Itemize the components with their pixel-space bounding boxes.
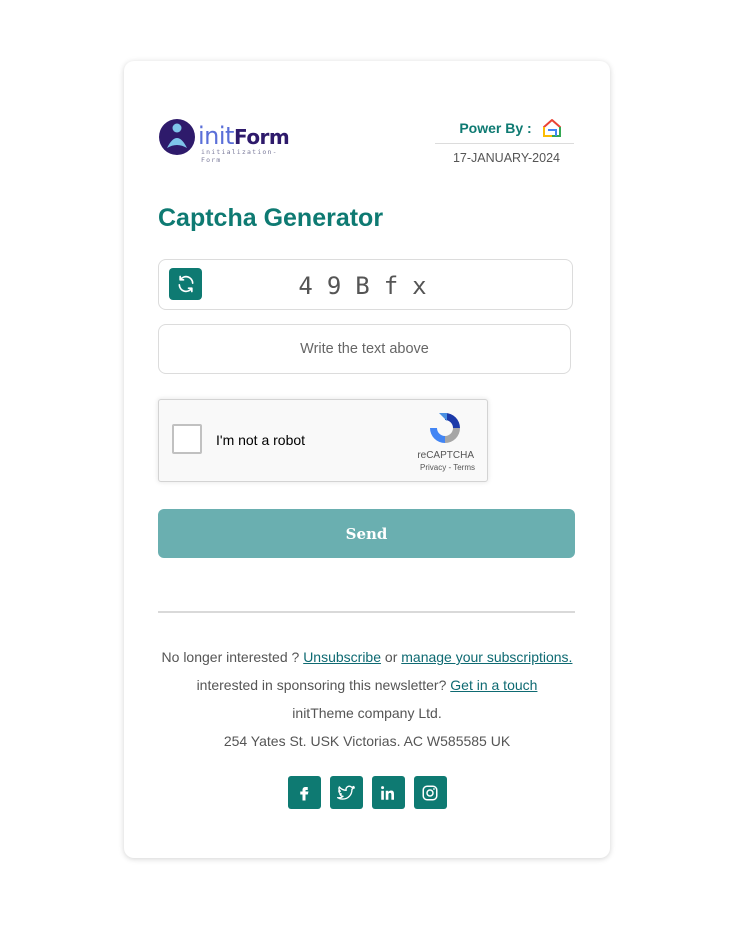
recaptcha-separator: - bbox=[448, 463, 452, 472]
social-links bbox=[124, 776, 610, 809]
instagram-icon bbox=[422, 785, 438, 800]
recaptcha-logo-icon bbox=[430, 413, 460, 443]
linkedin-icon bbox=[381, 785, 394, 800]
footer-line2-prefix: interested in sponsoring this newsletter… bbox=[196, 677, 447, 693]
facebook-icon bbox=[300, 786, 309, 800]
footer-divider bbox=[158, 611, 575, 613]
logo-wordmark: initForm bbox=[198, 122, 290, 150]
power-divider bbox=[435, 143, 574, 144]
footer-or: or bbox=[384, 649, 398, 665]
instagram-button[interactable] bbox=[413, 776, 447, 809]
footer-line1-prefix: No longer interested ? bbox=[161, 649, 300, 665]
google-home-icon bbox=[542, 118, 562, 138]
date-label: 17-JANUARY-2024 bbox=[452, 151, 560, 165]
captcha-code: 49Bfx bbox=[298, 272, 441, 300]
recaptcha-privacy-link[interactable]: Privacy bbox=[420, 463, 446, 472]
facebook-button[interactable] bbox=[287, 776, 321, 809]
initform-logo-icon bbox=[159, 119, 195, 155]
send-button[interactable]: Send bbox=[158, 509, 575, 558]
power-by-label: Power By : bbox=[459, 120, 532, 136]
logo-tagline: initialization-Form bbox=[201, 148, 278, 164]
captcha-display: 49Bfx bbox=[158, 259, 573, 310]
footer-sponsor-line: interested in sponsoring this newsletter… bbox=[124, 675, 610, 703]
footer-company: initTheme company Ltd. bbox=[292, 705, 442, 721]
unsubscribe-link[interactable]: Unsubscribe bbox=[303, 649, 381, 665]
footer-address: 254 Yates St. USK Victorias. AC W585585 … bbox=[223, 733, 511, 749]
twitter-icon bbox=[337, 785, 355, 800]
recaptcha-checkbox[interactable] bbox=[172, 424, 202, 454]
recaptcha-brand: reCAPTCHA bbox=[417, 450, 474, 461]
captcha-card: initForm initialization-Form Power By : … bbox=[124, 61, 610, 858]
captcha-answer-input[interactable] bbox=[158, 324, 571, 374]
footer: No longer interested ? Unsubscribe or ma… bbox=[124, 647, 610, 759]
recaptcha-label: I'm not a robot bbox=[216, 432, 306, 448]
recaptcha-terms-link[interactable]: Terms bbox=[453, 463, 475, 472]
recaptcha-widget: I'm not a robot reCAPTCHA Privacy - Term… bbox=[158, 399, 488, 482]
power-by-block: Power By : 17-JANUARY-2024 bbox=[435, 115, 574, 165]
get-in-touch-link[interactable]: Get in a touch bbox=[450, 677, 537, 693]
manage-subscriptions-link[interactable]: manage your subscriptions. bbox=[401, 649, 572, 665]
twitter-button[interactable] bbox=[329, 776, 363, 809]
footer-unsubscribe-line: No longer interested ? Unsubscribe or ma… bbox=[124, 647, 610, 675]
initform-logo: initForm initialization-Form bbox=[158, 118, 298, 164]
linkedin-button[interactable] bbox=[371, 776, 405, 809]
recaptcha-links: Privacy - Terms bbox=[420, 463, 475, 472]
page-title: Captcha Generator bbox=[158, 204, 384, 232]
